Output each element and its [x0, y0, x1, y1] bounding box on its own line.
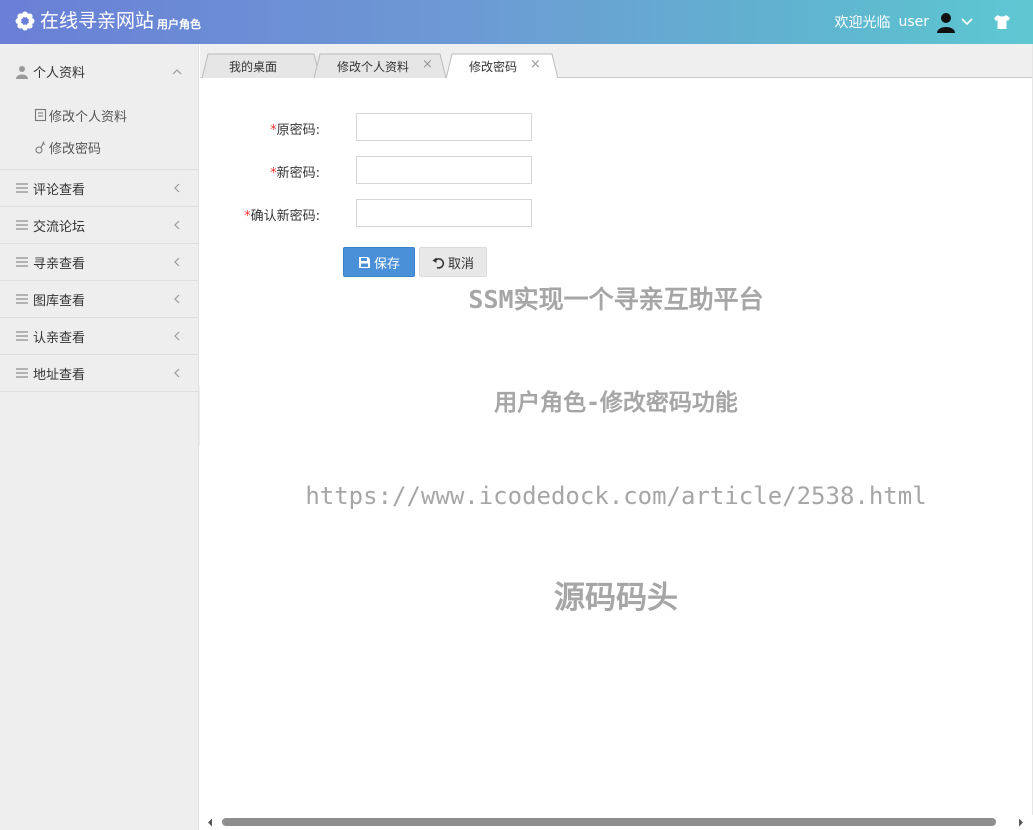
list-icon	[16, 257, 28, 267]
sidebar-item-label: 评论查看	[33, 182, 86, 198]
sidebar-item-profile[interactable]: 个人资料	[0, 44, 198, 99]
top-header: 在线寻亲网站 用户角色 欢迎光临 user	[0, 0, 1033, 44]
chevron-up-icon	[172, 68, 182, 74]
field-label-text: 确认新密码:	[250, 209, 320, 224]
form-row-confirm-password: *确认新密码:	[200, 199, 800, 227]
tab-close-icon[interactable]: ×	[422, 57, 433, 72]
edit-icon	[34, 108, 47, 122]
form-row-old-password: *原密码:	[200, 113, 800, 141]
field-label: *原密码:	[270, 119, 320, 138]
sidebar-item-search-relatives[interactable]: 寻亲查看	[0, 244, 198, 281]
brand[interactable]: 在线寻亲网站 用户角色	[14, 10, 201, 32]
watermark-brand: 源码码头	[554, 580, 678, 616]
sidebar-subitem-label: 修改密码	[49, 141, 102, 157]
scroll-right-arrow-icon[interactable]	[1018, 818, 1024, 827]
watermark-subtitle: 用户角色-修改密码功能	[494, 390, 738, 416]
sidebar-item-comments[interactable]: 评论查看	[0, 170, 198, 207]
theme-shirt-icon[interactable]	[993, 13, 1011, 31]
sidebar-item-label: 交流论坛	[33, 219, 86, 235]
header-user-area: 欢迎光临 user	[834, 0, 1033, 44]
confirm-password-input[interactable]	[356, 199, 532, 227]
sidebar-item-forum[interactable]: 交流论坛	[0, 207, 198, 244]
user-icon	[16, 65, 28, 79]
key-icon	[35, 141, 46, 154]
chevron-left-icon	[174, 368, 180, 378]
submenu-profile: 修改个人资料 修改密码	[0, 99, 198, 170]
undo-icon	[432, 257, 445, 269]
chevron-down-icon[interactable]	[961, 16, 973, 28]
floppy-disk-icon	[358, 256, 370, 268]
cancel-button[interactable]: 取消	[419, 247, 487, 277]
chevron-left-icon	[174, 331, 180, 341]
field-label: *确认新密码:	[244, 205, 320, 224]
main-content: *原密码: *新密码: *确认新密码: 保存 取消 SSM实现一个寻亲互助平台 …	[200, 78, 1033, 818]
chevron-left-icon	[174, 220, 180, 230]
role-label: 用户角色	[157, 18, 202, 31]
scroll-left-arrow-icon[interactable]	[207, 818, 213, 827]
field-label-text: 新密码:	[276, 166, 320, 181]
watermark-url: https://www.icodedock.com/article/2538.h…	[305, 482, 927, 510]
tab-close-icon[interactable]: ×	[530, 57, 541, 72]
sidebar-item-label: 寻亲查看	[33, 256, 86, 272]
tab-change-password[interactable]: 修改密码 ×	[446, 53, 558, 79]
list-icon	[16, 183, 28, 193]
sidebar-subitem-edit-profile[interactable]: 修改个人资料	[0, 99, 198, 131]
cancel-button-label: 取消	[447, 256, 474, 272]
watermark-title: SSM实现一个寻亲互助平台	[468, 285, 764, 314]
sidebar-subitem-change-password[interactable]: 修改密码	[0, 131, 198, 163]
save-button-label: 保存	[373, 256, 400, 272]
tab-bar: 我的桌面 修改个人资料 × 修改密码 ×	[200, 44, 1033, 79]
sidebar-item-recognition[interactable]: 认亲查看	[0, 318, 198, 355]
tab-label: 我的桌面	[229, 60, 278, 74]
scrollbar-thumb[interactable]	[222, 818, 996, 826]
sidebar-item-label: 认亲查看	[33, 330, 86, 346]
form-row-new-password: *新密码:	[200, 156, 800, 184]
tab-label: 修改个人资料	[337, 60, 410, 74]
sidebar: 个人资料 修改个人资料 修改密码 评论查看 交流论坛 寻亲查看 图库查看 认亲查…	[0, 44, 199, 830]
flower-logo-icon	[15, 11, 35, 31]
sidebar-subitem-label: 修改个人资料	[49, 109, 128, 125]
old-password-input[interactable]	[356, 113, 532, 141]
horizontal-scrollbar[interactable]	[200, 815, 1033, 830]
save-button[interactable]: 保存	[343, 247, 415, 277]
tab-desktop[interactable]: 我的桌面	[202, 53, 320, 78]
chevron-left-icon	[174, 183, 180, 193]
tab-label: 修改密码	[469, 60, 518, 74]
sidebar-item-label: 地址查看	[33, 367, 86, 383]
chevron-left-icon	[174, 257, 180, 267]
tab-edit-profile[interactable]: 修改个人资料 ×	[314, 53, 446, 78]
field-label: *新密码:	[270, 162, 320, 181]
field-label-text: 原密码:	[276, 123, 320, 138]
site-title: 在线寻亲网站	[40, 10, 155, 32]
user-avatar-icon[interactable]	[935, 11, 957, 33]
welcome-text: 欢迎光临	[834, 15, 891, 31]
list-icon	[16, 368, 28, 378]
new-password-input[interactable]	[356, 156, 532, 184]
username[interactable]: user	[898, 14, 929, 30]
list-icon	[16, 220, 28, 230]
sidebar-item-label: 个人资料	[33, 66, 86, 81]
list-icon	[16, 331, 28, 341]
